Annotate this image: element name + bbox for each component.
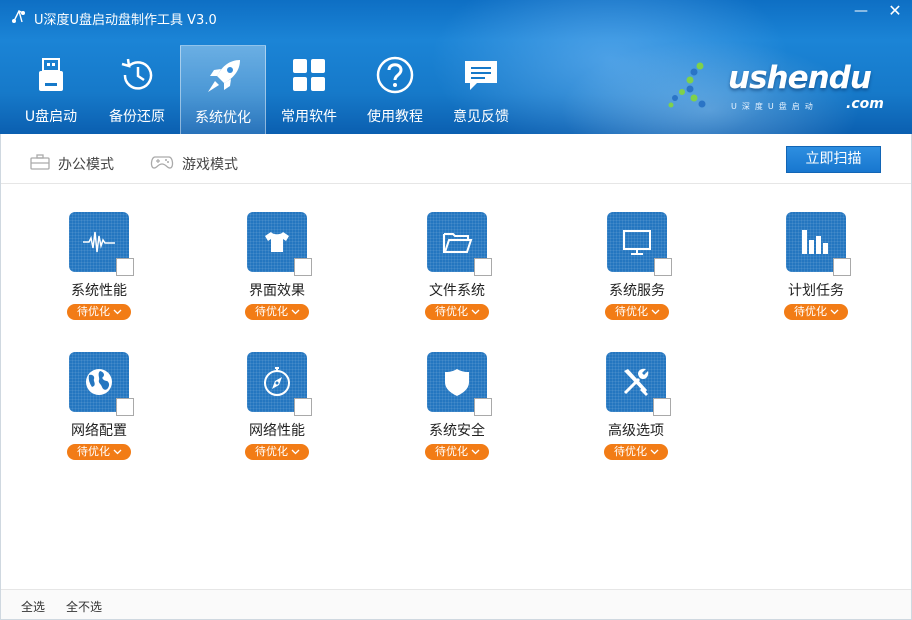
item-checkbox[interactable] [474, 398, 492, 416]
scan-now-button[interactable]: 立即扫描 [786, 146, 881, 173]
game-mode-label: 游戏模式 [182, 157, 238, 173]
minimize-button[interactable]: — [844, 0, 878, 22]
briefcase-icon [30, 154, 50, 170]
item-checkbox[interactable] [116, 398, 134, 416]
status-dropdown[interactable]: 待优化 [245, 304, 309, 320]
status-text: 待优化 [435, 445, 468, 458]
item-label: 网络配置 [71, 423, 127, 439]
close-button[interactable]: ✕ [878, 0, 912, 22]
history-clock-icon [121, 58, 153, 90]
item-system-services: 系统服务 待优化 [605, 212, 727, 332]
chevron-down-icon [291, 309, 300, 315]
question-icon [376, 56, 414, 94]
usb-drive-icon [39, 58, 63, 91]
item-checkbox[interactable] [653, 398, 671, 416]
compass-icon [264, 367, 290, 396]
item-advanced-options: 高级选项 待优化 [604, 352, 726, 472]
window-title: U深度U盘启动盘制作工具 V3.0 [34, 13, 217, 28]
status-dropdown[interactable]: 待优化 [425, 304, 489, 320]
status-dropdown[interactable]: 待优化 [245, 444, 309, 460]
status-dropdown[interactable]: 待优化 [67, 304, 131, 320]
title-bar-header: U深度U盘启动盘制作工具 V3.0 — ✕ U盘启动 备份还原 系统优化 常用软… [0, 0, 912, 134]
item-label: 系统服务 [609, 283, 665, 299]
item-label: 系统安全 [429, 423, 485, 439]
logo-subtitle: U深度U盘启动 [731, 102, 818, 111]
nav-label: 意见反馈 [453, 109, 509, 125]
nav-label: 系统优化 [195, 110, 251, 126]
chevron-down-icon [113, 309, 122, 315]
chevron-down-icon [651, 309, 660, 315]
logo-domain: .com [846, 96, 884, 112]
status-text: 待优化 [794, 305, 827, 318]
chevron-down-icon [471, 309, 480, 315]
item-file-system: 文件系统 待优化 [425, 212, 547, 332]
select-all-link[interactable]: 全选 [21, 598, 45, 615]
chevron-down-icon [830, 309, 839, 315]
logo-wordmark: ushendu [728, 60, 872, 96]
status-text: 待优化 [255, 305, 288, 318]
nav-label: 使用教程 [367, 109, 423, 125]
status-text: 待优化 [77, 305, 110, 318]
status-text: 待优化 [435, 305, 468, 318]
gamepad-icon [150, 156, 174, 169]
item-ui-effects: 界面效果 待优化 [245, 212, 367, 332]
nav-system-optimize[interactable]: 系统优化 [180, 45, 266, 134]
nav-feedback[interactable]: 意见反馈 [438, 45, 524, 134]
item-checkbox[interactable] [294, 398, 312, 416]
mode-toolbar: 办公模式 游戏模式 立即扫描 [0, 134, 912, 184]
status-text: 待优化 [614, 445, 647, 458]
chevron-down-icon [650, 449, 659, 455]
monitor-icon [623, 230, 651, 255]
bar-chart-icon [802, 230, 828, 254]
status-dropdown[interactable]: 待优化 [605, 304, 669, 320]
apps-grid-icon [293, 59, 325, 91]
main-nav: U盘启动 备份还原 系统优化 常用软件 使用教程 意见反馈 [8, 45, 524, 134]
status-dropdown[interactable]: 待优化 [67, 444, 131, 460]
nav-backup-restore[interactable]: 备份还原 [94, 45, 180, 134]
item-system-security: 系统安全 待优化 [425, 352, 547, 472]
shield-icon [445, 369, 469, 396]
status-dropdown[interactable]: 待优化 [784, 304, 848, 320]
item-label: 计划任务 [788, 283, 844, 299]
item-scheduled-tasks: 计划任务 待优化 [784, 212, 906, 332]
chevron-down-icon [471, 449, 480, 455]
nav-common-software[interactable]: 常用软件 [266, 45, 352, 134]
tshirt-icon [265, 232, 289, 252]
nav-label: 常用软件 [281, 109, 337, 125]
chevron-down-icon [113, 449, 122, 455]
office-mode-label: 办公模式 [58, 157, 114, 173]
item-network-config: 网络配置 待优化 [67, 352, 189, 472]
pulse-wave-icon [83, 231, 115, 253]
item-label: 系统性能 [71, 283, 127, 299]
status-text: 待优化 [615, 305, 648, 318]
item-label: 文件系统 [429, 283, 485, 299]
rocket-icon [208, 60, 240, 92]
item-system-performance: 系统性能 待优化 [67, 212, 189, 332]
item-checkbox[interactable] [116, 258, 134, 276]
chat-bubble-icon [465, 61, 497, 90]
status-text: 待优化 [255, 445, 288, 458]
globe-icon [86, 369, 112, 395]
item-checkbox[interactable] [654, 258, 672, 276]
item-label: 网络性能 [249, 423, 305, 439]
chevron-down-icon [291, 449, 300, 455]
status-text: 待优化 [77, 445, 110, 458]
select-none-link[interactable]: 全不选 [66, 598, 102, 615]
item-checkbox[interactable] [833, 258, 851, 276]
item-checkbox[interactable] [294, 258, 312, 276]
nav-usb-boot[interactable]: U盘启动 [8, 45, 94, 134]
app-logo-icon [12, 10, 25, 23]
tools-icon [623, 368, 649, 396]
status-dropdown[interactable]: 待优化 [604, 444, 668, 460]
status-dropdown[interactable]: 待优化 [425, 444, 489, 460]
folder-icon [443, 233, 473, 253]
nav-tutorial[interactable]: 使用教程 [352, 45, 438, 134]
footer-bar: 全选 全不选 [0, 589, 912, 620]
item-label: 高级选项 [608, 423, 664, 439]
item-checkbox[interactable] [474, 258, 492, 276]
nav-label: U盘启动 [24, 109, 78, 125]
item-network-performance: 网络性能 待优化 [245, 352, 367, 472]
nav-label: 备份还原 [109, 109, 165, 125]
item-label: 界面效果 [249, 283, 305, 299]
